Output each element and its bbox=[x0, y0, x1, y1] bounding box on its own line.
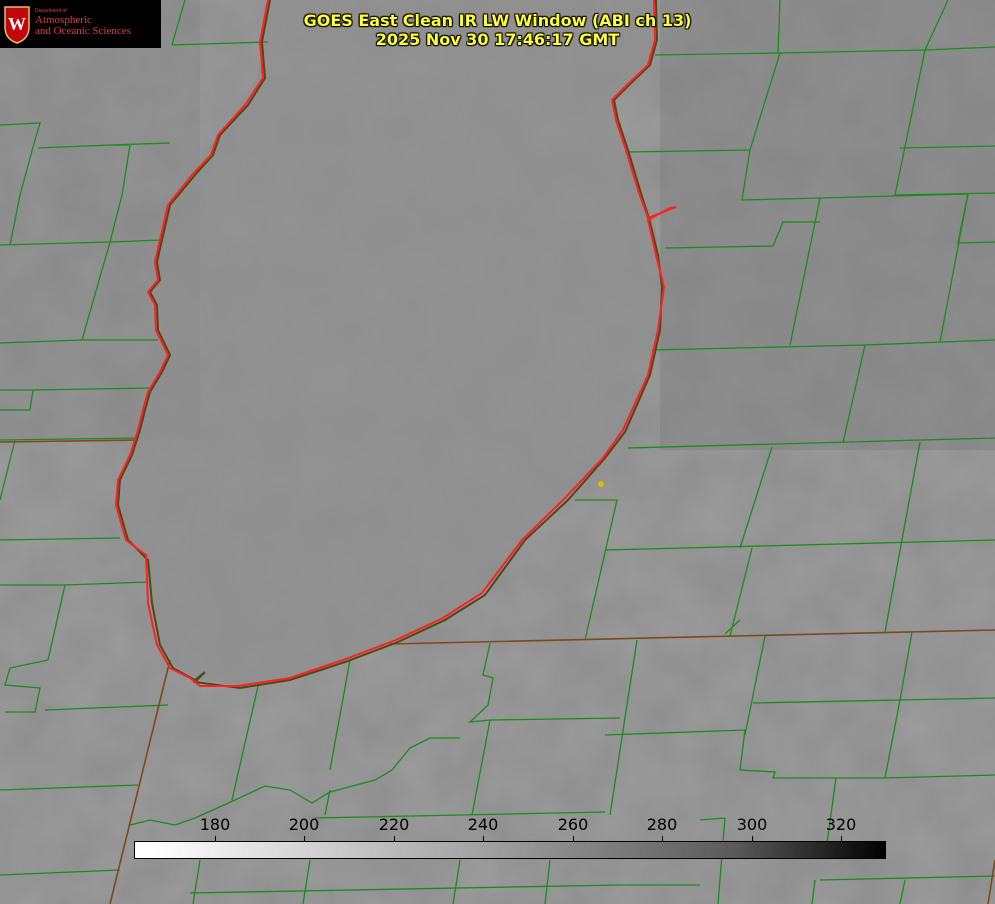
logo-name: Atmospheric and Oceanic Sciences bbox=[35, 15, 159, 37]
tick-label: 180 bbox=[199, 815, 231, 834]
satellite-map: GOES East Clean IR LW Window (ABI ch 13)… bbox=[0, 0, 995, 904]
uw-aos-logo: W Department of Atmospheric and Oceanic … bbox=[0, 0, 161, 48]
tick-label: 280 bbox=[646, 815, 678, 834]
tick-label: 200 bbox=[288, 815, 320, 834]
colorbar bbox=[134, 841, 886, 859]
tick-label: 240 bbox=[467, 815, 499, 834]
ir-imagery bbox=[0, 0, 995, 904]
tick-label: 260 bbox=[557, 815, 589, 834]
station-marker bbox=[598, 481, 604, 487]
tick-label: 300 bbox=[736, 815, 768, 834]
svg-text:W: W bbox=[8, 14, 26, 34]
logo-name-line2: and Oceanic Sciences bbox=[35, 25, 131, 37]
tick-label: 320 bbox=[825, 815, 857, 834]
uw-crest-icon: W bbox=[4, 6, 30, 44]
tick-label: 220 bbox=[378, 815, 410, 834]
dark-land-ne bbox=[660, 0, 995, 450]
